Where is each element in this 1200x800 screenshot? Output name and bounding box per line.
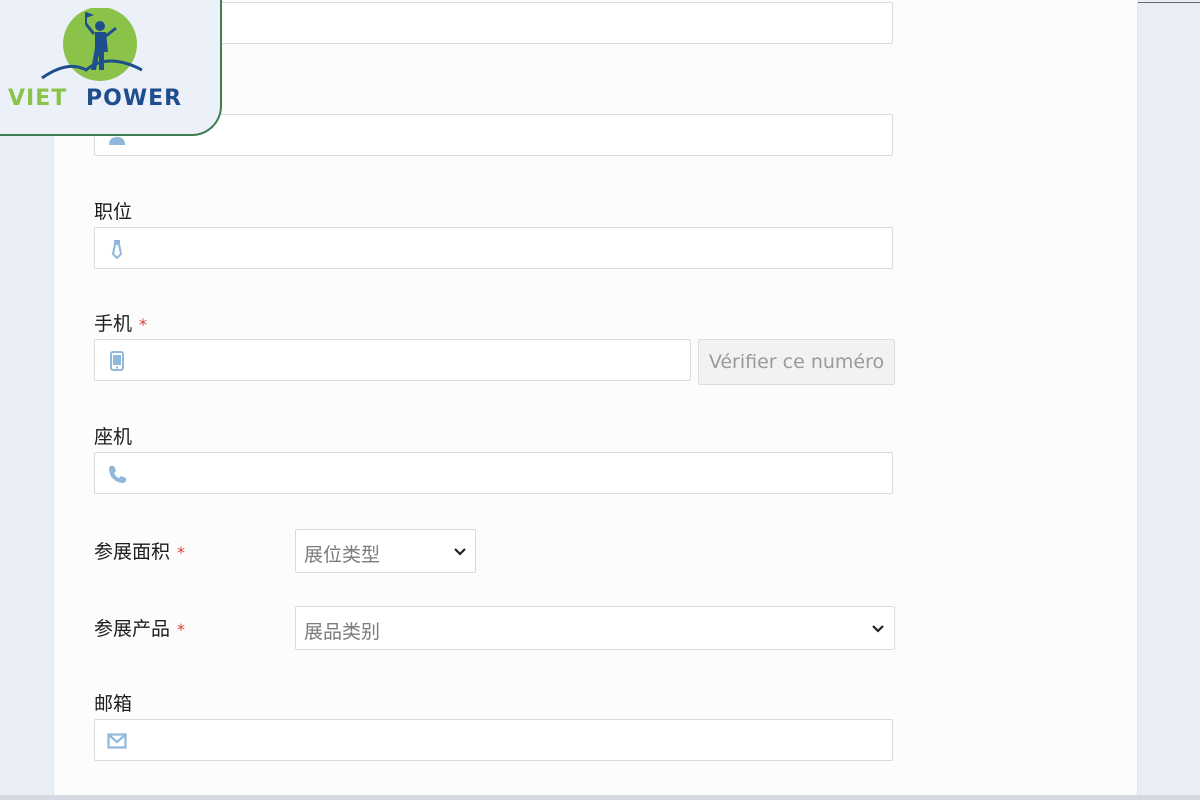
landline-input[interactable] [139, 453, 879, 493]
position-input-field[interactable] [94, 227, 893, 269]
mobile-input-field[interactable] [94, 339, 691, 381]
mobile-required-mark: * [139, 315, 148, 334]
product-category-select-value: 展品类别 [304, 621, 381, 643]
mobile-label-text: 手机 [94, 313, 133, 335]
tie-icon [111, 240, 123, 259]
email-label-text: 邮箱 [94, 693, 133, 715]
chevron-down-icon [454, 548, 466, 556]
mobile-input[interactable] [139, 340, 679, 380]
email-input-field[interactable] [94, 719, 893, 761]
logo-mark-icon [41, 8, 143, 81]
email-input[interactable] [139, 720, 879, 760]
landline-label-text: 座机 [94, 426, 133, 448]
products-label: 参展产品 * [94, 614, 185, 641]
name-input[interactable] [139, 115, 879, 155]
position-input[interactable] [139, 228, 879, 268]
position-label-text: 职位 [94, 201, 133, 223]
area-label: 参展面积 * [94, 537, 185, 564]
logo: VIET POWER [0, 0, 222, 136]
landline-input-field[interactable] [94, 452, 893, 494]
phone-icon [109, 466, 126, 483]
booth-type-select-value: 展位类型 [304, 544, 381, 566]
products-required-mark: * [177, 620, 186, 639]
products-label-text: 参展产品 [94, 618, 171, 640]
chevron-down-icon [872, 625, 884, 633]
logo-word-viet: VIET [8, 86, 68, 111]
top-input[interactable] [139, 3, 879, 43]
product-category-select[interactable]: 展品类别 [295, 606, 895, 650]
email-label: 邮箱 [94, 689, 132, 716]
area-required-mark: * [177, 543, 186, 562]
landline-label: 座机 [94, 422, 132, 449]
mail-icon [107, 733, 127, 749]
logo-word-power: POWER [86, 86, 183, 111]
position-label: 职位 [94, 197, 132, 224]
booth-type-select[interactable]: 展位类型 [295, 529, 476, 573]
mobile-icon [110, 351, 124, 371]
bottom-divider [0, 795, 1200, 800]
area-label-text: 参展面积 [94, 541, 171, 563]
mobile-label: 手机 * [94, 309, 147, 336]
verify-number-button[interactable]: Vérifier ce numéro [698, 339, 895, 385]
